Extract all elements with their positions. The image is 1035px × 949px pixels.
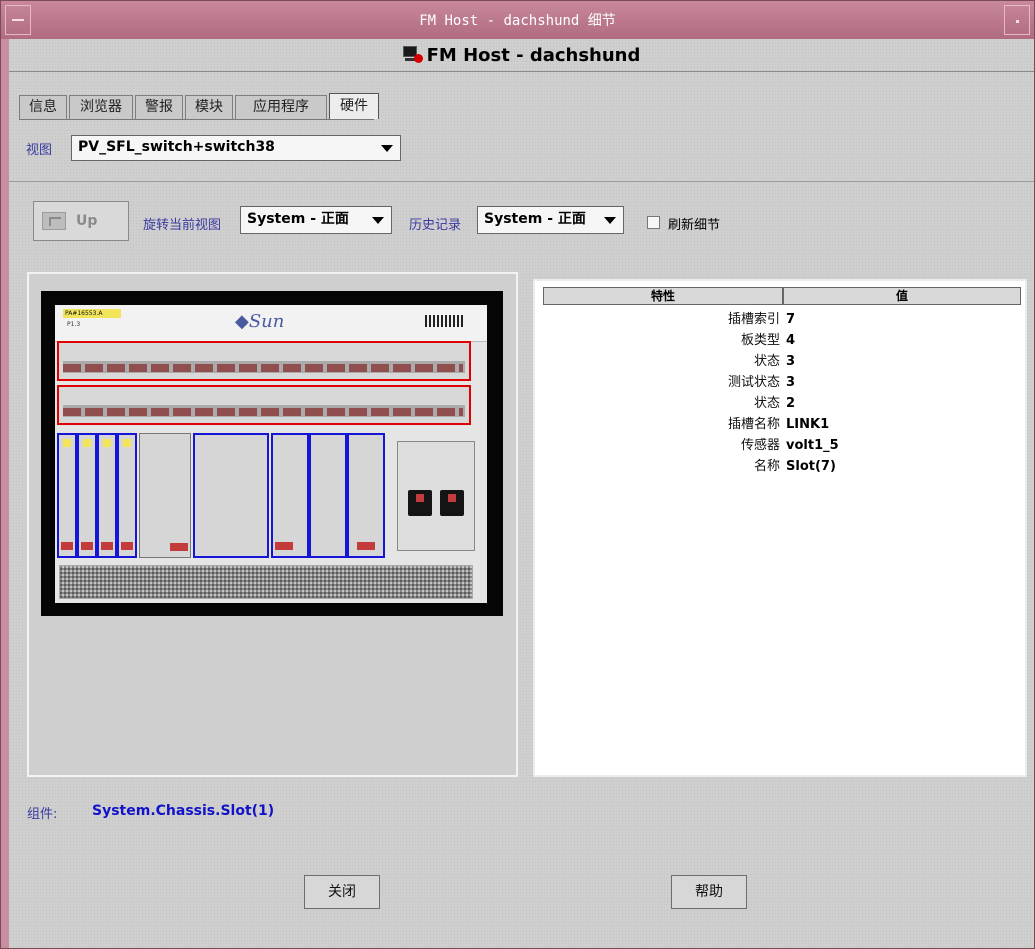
- chassis-slot-selected[interactable]: [271, 433, 309, 558]
- tab-info[interactable]: 信息: [19, 95, 67, 119]
- properties-panel: 特性 值 插槽索引 7 板类型 4 状态 3 测试状态 3 状态 2 插槽名称 …: [533, 279, 1027, 777]
- header-divider: [9, 71, 1034, 72]
- power-supply[interactable]: [397, 441, 475, 551]
- tab-alarms[interactable]: 警报: [135, 95, 183, 119]
- chassis-vent: [59, 565, 473, 599]
- table-row[interactable]: 传感器 volt1_5: [543, 435, 1021, 456]
- chassis-slot[interactable]: [77, 433, 97, 558]
- refresh-details-checkbox[interactable]: [647, 216, 660, 229]
- sun-logo: ◆Sun: [235, 311, 285, 332]
- history-label: 历史记录: [409, 218, 462, 233]
- up-button[interactable]: Up: [33, 201, 129, 241]
- minimize-icon: [1016, 20, 1019, 23]
- chassis-top-strip: PA#16553.A P1.3 ◆Sun: [55, 305, 487, 342]
- tab-browser[interactable]: 浏览器: [69, 95, 133, 119]
- help-button[interactable]: 帮助: [671, 875, 747, 909]
- table-row[interactable]: 插槽索引 7: [543, 309, 1021, 330]
- page-header: FM Host - dachshund: [9, 45, 1034, 69]
- property-name: 测试状态: [727, 375, 780, 390]
- chassis-slot[interactable]: [117, 433, 137, 558]
- chassis-slot-group[interactable]: [193, 433, 269, 558]
- chassis-front: PA#16553.A P1.3 ◆Sun: [55, 305, 487, 603]
- chassis-slot[interactable]: [57, 433, 77, 558]
- table-row[interactable]: 板类型 4: [543, 330, 1021, 351]
- tab-applications[interactable]: 应用程序: [235, 95, 327, 119]
- hardware-image-panel: PA#16553.A P1.3 ◆Sun: [27, 272, 518, 777]
- tab-underline: [19, 119, 374, 120]
- rotate-view-label: 旋转当前视图: [143, 218, 222, 233]
- property-name: 插槽索引: [727, 312, 780, 327]
- power-socket-icon: [440, 490, 464, 516]
- chassis-slot[interactable]: [309, 433, 347, 558]
- power-socket-icon: [408, 490, 432, 516]
- chassis-slot[interactable]: [97, 433, 117, 558]
- property-value: 4: [786, 333, 796, 348]
- property-name: 状态: [753, 396, 780, 411]
- chevron-down-icon: [372, 217, 384, 224]
- property-value: 3: [786, 375, 796, 390]
- property-name: 插槽名称: [727, 417, 780, 432]
- table-row[interactable]: 名称 Slot(7): [543, 456, 1021, 477]
- property-value: LINK1: [786, 417, 830, 432]
- column-header-property[interactable]: 特性: [543, 287, 783, 305]
- property-name: 名称: [753, 459, 780, 474]
- chevron-down-icon: [381, 145, 393, 152]
- window: FM Host - dachshund 细节 FM Host - dachshu…: [0, 0, 1035, 949]
- barcode-icon: [425, 315, 465, 327]
- property-name: 状态: [753, 354, 780, 369]
- title-bar[interactable]: FM Host - dachshund 细节: [1, 1, 1034, 40]
- property-value: 3: [786, 354, 796, 369]
- view-label: 视图: [26, 143, 53, 158]
- content-area: FM Host - dachshund 信息 浏览器 警报 模块 应用程序 硬件…: [9, 39, 1034, 948]
- fan-tray-upper[interactable]: [57, 341, 471, 381]
- chassis-part-label: PA#16553.A: [63, 309, 121, 318]
- chevron-down-icon: [604, 217, 616, 224]
- property-name: 传感器: [740, 438, 780, 453]
- history-value: System - 正面: [484, 211, 586, 227]
- property-value: 2: [786, 396, 796, 411]
- component-label: 组件:: [27, 807, 58, 822]
- refresh-details-label: 刷新细节: [668, 218, 721, 233]
- window-left-border: [1, 39, 9, 948]
- window-title: FM Host - dachshund 细节: [419, 13, 616, 29]
- column-header-value[interactable]: 值: [783, 287, 1021, 305]
- view-select-value: PV_SFL_switch+switch38: [78, 139, 275, 155]
- fan-tray-lower[interactable]: [57, 385, 471, 425]
- properties-table-header: 特性 值: [543, 287, 1021, 305]
- host-alarm-icon: [402, 46, 423, 63]
- view-select[interactable]: PV_SFL_switch+switch38: [71, 135, 401, 161]
- table-row[interactable]: 测试状态 3: [543, 372, 1021, 393]
- table-row[interactable]: 状态 3: [543, 351, 1021, 372]
- property-value: volt1_5: [786, 438, 839, 453]
- component-value: System.Chassis.Slot(1): [92, 803, 275, 819]
- section-divider: [9, 181, 1034, 182]
- rotate-view-value: System - 正面: [247, 211, 349, 227]
- property-name: 板类型: [740, 333, 780, 348]
- chassis-part-sublabel: P1.3: [67, 321, 81, 328]
- table-row[interactable]: 插槽名称 LINK1: [543, 414, 1021, 435]
- folder-up-icon: [42, 212, 66, 230]
- chassis-slot[interactable]: [139, 433, 191, 558]
- chassis-image[interactable]: PA#16553.A P1.3 ◆Sun: [41, 291, 503, 616]
- history-select[interactable]: System - 正面: [477, 206, 624, 234]
- tab-modules[interactable]: 模块: [185, 95, 233, 119]
- chassis-slot[interactable]: [347, 433, 385, 558]
- property-value: 7: [786, 312, 796, 327]
- table-row[interactable]: 状态 2: [543, 393, 1021, 414]
- tab-hardware[interactable]: 硬件: [329, 93, 379, 119]
- rotate-view-select[interactable]: System - 正面: [240, 206, 392, 234]
- page-title: FM Host - dachshund: [426, 45, 641, 66]
- up-button-label: Up: [76, 213, 98, 229]
- property-value: Slot(7): [786, 459, 836, 474]
- close-button[interactable]: 关闭: [304, 875, 380, 909]
- minimize-button[interactable]: [1004, 5, 1030, 35]
